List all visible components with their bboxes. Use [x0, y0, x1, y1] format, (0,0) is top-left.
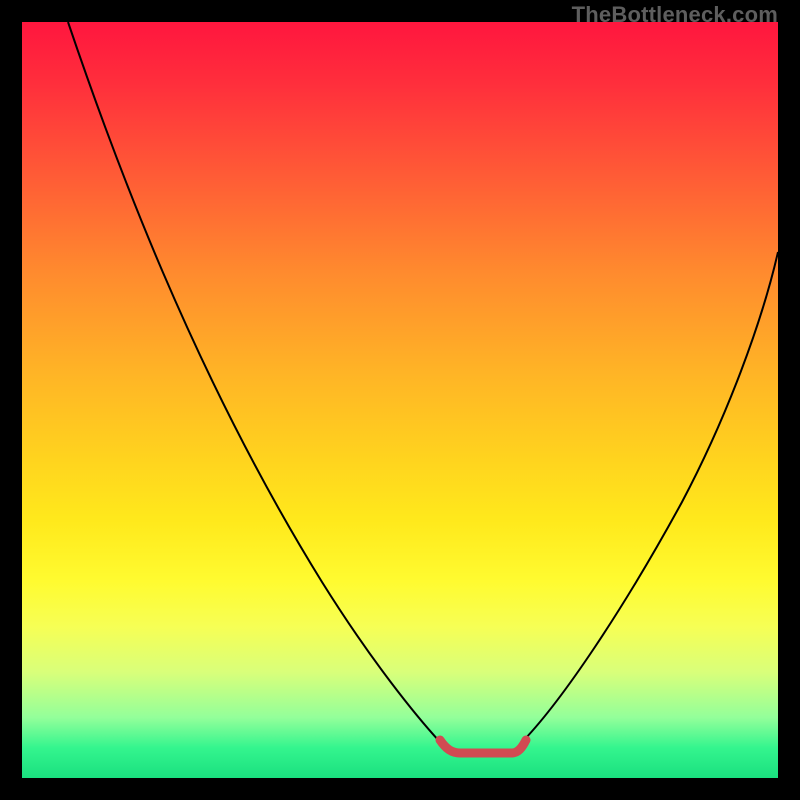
curve-right-arm	[524, 252, 778, 740]
bottleneck-chart	[22, 22, 778, 778]
curve-left-arm	[68, 22, 440, 742]
optimal-range-right-joint	[512, 740, 526, 753]
